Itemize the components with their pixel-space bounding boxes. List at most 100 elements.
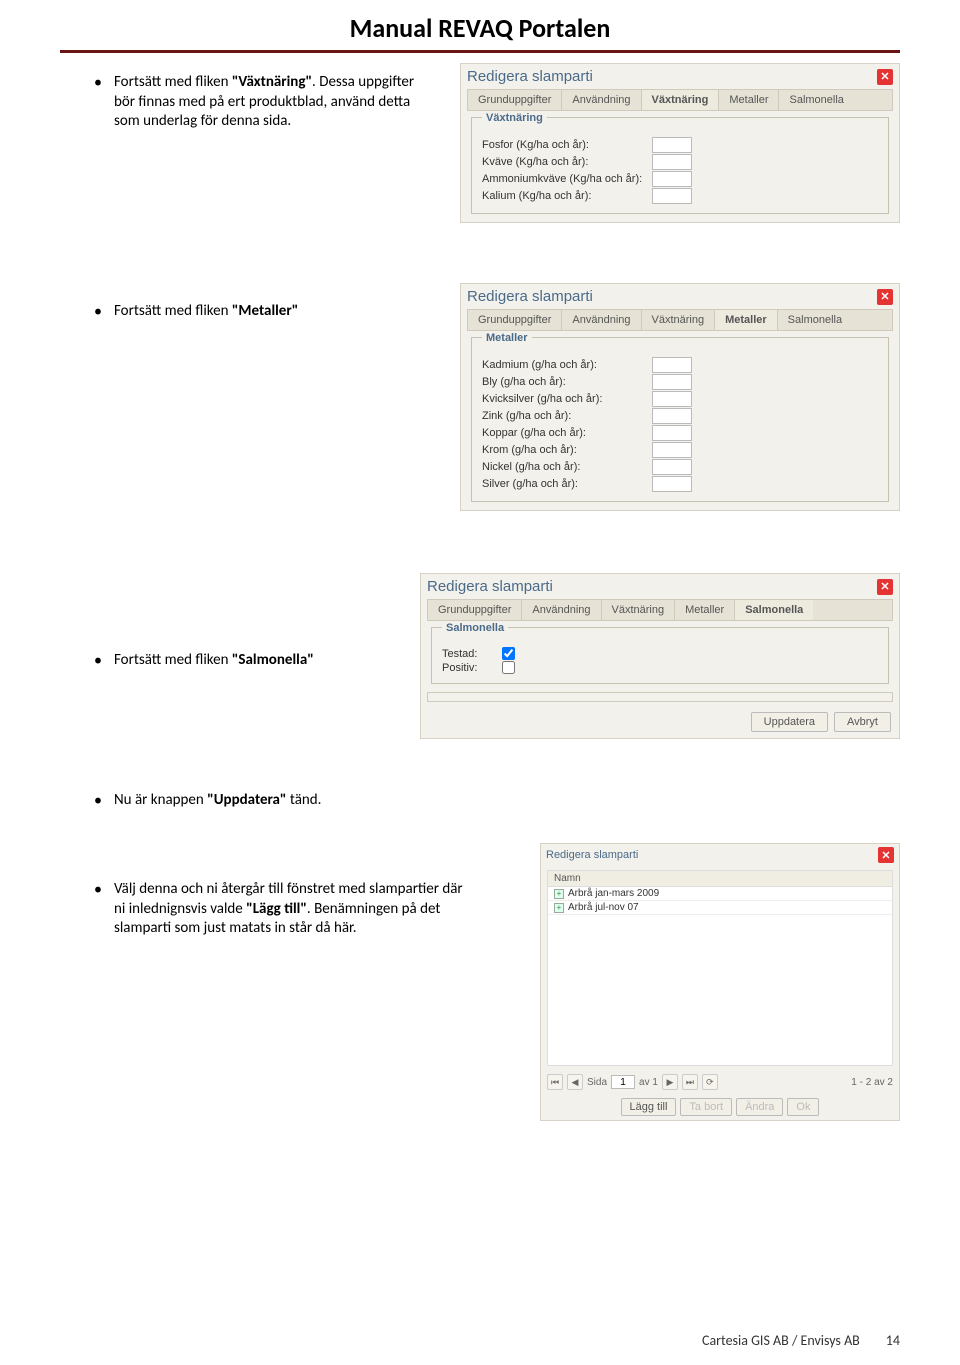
dialog-title: Redigera slamparti — [427, 578, 553, 595]
pager-prev-icon[interactable]: ◀ — [567, 1074, 583, 1090]
silver-input[interactable] — [652, 476, 692, 492]
expand-icon[interactable]: + — [554, 889, 564, 899]
bly-input[interactable] — [652, 374, 692, 390]
pager-next-icon[interactable]: ▶ — [662, 1074, 678, 1090]
testad-label: Testad: — [442, 648, 502, 660]
page-number: 14 — [886, 1332, 900, 1349]
tab-anvandning[interactable]: Användning — [522, 600, 601, 620]
positiv-label: Positiv: — [442, 662, 502, 674]
kvicksilver-input[interactable] — [652, 391, 692, 407]
zink-input[interactable] — [652, 408, 692, 424]
text: Fortsätt med fliken — [114, 73, 232, 91]
close-icon[interactable]: ✕ — [877, 289, 893, 305]
positiv-checkbox[interactable] — [502, 661, 515, 674]
tab-anvandning[interactable]: Användning — [562, 310, 641, 330]
text-bold: "Metaller" — [232, 302, 298, 320]
list-item[interactable]: + Arbrå jul-nov 07 — [548, 901, 892, 915]
bullet-lagg-till: Välj denna och ni återgår till fönstret … — [90, 880, 470, 939]
bullet-salmonella: Fortsätt med fliken "Salmonella" — [90, 651, 390, 671]
tab-salmonella[interactable]: Salmonella — [735, 600, 813, 620]
pager-sida-label: Sida — [587, 1077, 607, 1088]
bullet-uppdatera: Nu är knappen "Uppdatera" tänd. — [90, 791, 390, 811]
close-icon[interactable]: ✕ — [877, 579, 893, 595]
close-icon[interactable]: ✕ — [877, 69, 893, 85]
text-bold: "Salmonella" — [232, 651, 314, 669]
pager-refresh-icon[interactable]: ⟳ — [702, 1074, 718, 1090]
pager-av-label: av 1 — [639, 1077, 658, 1088]
pager-page-input[interactable] — [611, 1075, 635, 1089]
tab-metaller[interactable]: Metaller — [675, 600, 735, 620]
text-bold: "Uppdatera" — [207, 791, 286, 809]
field-label: Bly (g/ha och år): — [482, 376, 652, 388]
fieldset-legend: Metaller — [482, 332, 532, 344]
tab-salmonella[interactable]: Salmonella — [778, 310, 852, 330]
text-bold: "Lägg till" — [246, 900, 307, 918]
ta-bort-button[interactable]: Ta bort — [680, 1098, 732, 1116]
field-label: Ammoniumkväve (Kg/ha och år): — [482, 173, 652, 185]
field-label: Kadmium (g/ha och år): — [482, 359, 652, 371]
dialog-title: Redigera slamparti — [467, 68, 593, 85]
kalium-input[interactable] — [652, 188, 692, 204]
dialog-title: Redigera slamparti — [546, 849, 638, 861]
field-label: Krom (g/ha och år): — [482, 444, 652, 456]
text: Fortsätt med fliken — [114, 651, 232, 669]
kvave-input[interactable] — [652, 154, 692, 170]
kadmium-input[interactable] — [652, 357, 692, 373]
tab-salmonella[interactable]: Salmonella — [779, 90, 853, 110]
nickel-input[interactable] — [652, 459, 692, 475]
tab-bar: Grunduppgifter Användning Växtnäring Met… — [467, 89, 893, 111]
field-label: Fosfor (Kg/ha och år): — [482, 139, 652, 151]
tab-vaxtnaring[interactable]: Växtnäring — [642, 310, 716, 330]
fieldset-legend: Växtnäring — [482, 112, 547, 124]
field-label: Kalium (Kg/ha och år): — [482, 190, 652, 202]
andra-button[interactable]: Ändra — [736, 1098, 783, 1116]
tab-grunduppgifter[interactable]: Grunduppgifter — [428, 600, 522, 620]
pager-first-icon[interactable]: ⏮ — [547, 1074, 563, 1090]
tab-anvandning[interactable]: Användning — [562, 90, 641, 110]
page-footer: Cartesia GIS AB / Envisys AB 14 — [702, 1332, 900, 1349]
lagg-till-button[interactable]: Lägg till — [621, 1098, 677, 1116]
koppar-input[interactable] — [652, 425, 692, 441]
list-item[interactable]: + Arbrå jan-mars 2009 — [548, 887, 892, 901]
uppdatera-button[interactable]: Uppdatera — [751, 712, 828, 732]
tab-vaxtnaring[interactable]: Växtnäring — [642, 90, 720, 110]
bullet-vaxtnaring: Fortsätt med fliken "Växtnäring". Dessa … — [90, 73, 430, 132]
testad-checkbox[interactable] — [502, 647, 515, 660]
bullet-metaller: Fortsätt med fliken "Metaller" — [90, 302, 430, 322]
field-label: Kvicksilver (g/ha och år): — [482, 393, 652, 405]
tab-metaller[interactable]: Metaller — [719, 90, 779, 110]
text-bold: "Växtnäring" — [232, 73, 312, 91]
header-rule — [60, 50, 900, 53]
page-title: Manual REVAQ Portalen — [0, 12, 960, 44]
field-label: Silver (g/ha och år): — [482, 478, 652, 490]
tab-bar: Grunduppgifter Användning Växtnäring Met… — [467, 309, 893, 331]
tab-vaxtnaring[interactable]: Växtnäring — [602, 600, 676, 620]
tab-bar: Grunduppgifter Användning Växtnäring Met… — [427, 599, 893, 621]
avbryt-button[interactable]: Avbryt — [834, 712, 891, 732]
field-label: Zink (g/ha och år): — [482, 410, 652, 422]
column-header-namn[interactable]: Namn — [548, 871, 892, 887]
dialog-title: Redigera slamparti — [467, 288, 593, 305]
pager-last-icon[interactable]: ⏭ — [682, 1074, 698, 1090]
tab-grunduppgifter[interactable]: Grunduppgifter — [468, 310, 562, 330]
tab-metaller[interactable]: Metaller — [715, 310, 778, 330]
pager-summary: 1 - 2 av 2 — [851, 1077, 893, 1088]
fosfor-input[interactable] — [652, 137, 692, 153]
row-text: Arbrå jan-mars 2009 — [568, 888, 659, 899]
field-label: Koppar (g/ha och år): — [482, 427, 652, 439]
text: Fortsätt med fliken — [114, 302, 232, 320]
close-icon[interactable]: ✕ — [878, 847, 894, 863]
text: tänd. — [287, 791, 322, 809]
ok-button[interactable]: Ok — [787, 1098, 819, 1116]
fieldset-legend: Salmonella — [442, 622, 508, 634]
row-text: Arbrå jul-nov 07 — [568, 902, 639, 913]
field-label: Nickel (g/ha och år): — [482, 461, 652, 473]
footer-text: Cartesia GIS AB / Envisys AB — [702, 1332, 860, 1349]
expand-icon[interactable]: + — [554, 903, 564, 913]
text: Nu är knappen — [114, 791, 207, 809]
pager: ⏮ ◀ Sida av 1 ▶ ⏭ ⟳ 1 - 2 av 2 — [541, 1070, 899, 1094]
tab-grunduppgifter[interactable]: Grunduppgifter — [468, 90, 562, 110]
field-label: Kväve (Kg/ha och år): — [482, 156, 652, 168]
krom-input[interactable] — [652, 442, 692, 458]
ammoniumkvave-input[interactable] — [652, 171, 692, 187]
